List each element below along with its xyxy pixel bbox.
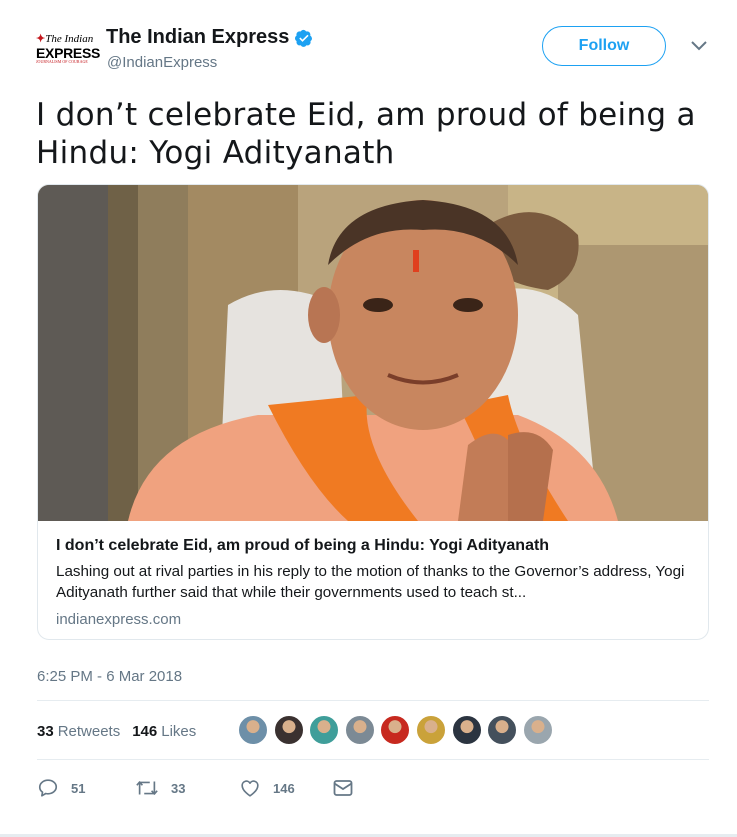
retweet-count: 33 bbox=[171, 780, 186, 796]
tweet-actions: 51 33 146 bbox=[37, 774, 353, 802]
liker-avatar[interactable] bbox=[415, 715, 446, 745]
logo-line-2: EXPRESS bbox=[36, 45, 101, 61]
retweets-stat[interactable]: 33 Retweets bbox=[37, 723, 120, 740]
message-action[interactable] bbox=[333, 774, 353, 802]
follow-button[interactable]: Follow bbox=[542, 26, 666, 66]
reply-action[interactable]: 51 bbox=[37, 774, 135, 802]
retweet-icon[interactable] bbox=[135, 777, 159, 799]
liker-avatars bbox=[238, 715, 558, 747]
retweets-count: 33 bbox=[37, 722, 54, 740]
like-action[interactable]: 146 bbox=[239, 774, 333, 802]
likes-label: Likes bbox=[161, 722, 197, 740]
liker-avatar[interactable] bbox=[487, 715, 518, 745]
chevron-down-icon[interactable] bbox=[690, 38, 708, 52]
link-card[interactable]: I don’t celebrate Eid, am proud of being… bbox=[37, 184, 709, 640]
divider-bottom bbox=[37, 759, 709, 760]
account-handle[interactable]: @IndianExpress bbox=[107, 54, 217, 71]
tweet-text: I don’t celebrate Eid, am proud of being… bbox=[36, 97, 696, 171]
heart-icon[interactable] bbox=[239, 777, 261, 799]
tweet-stats: 33 Retweets 146 Likes bbox=[37, 720, 196, 742]
likes-stat[interactable]: 146 Likes bbox=[132, 723, 196, 740]
account-name[interactable]: The Indian Express bbox=[106, 26, 289, 49]
verified-badge-icon bbox=[295, 29, 313, 47]
card-title[interactable]: I don’t celebrate Eid, am proud of being… bbox=[56, 536, 696, 556]
reply-count: 51 bbox=[71, 780, 86, 796]
liker-avatar[interactable] bbox=[522, 715, 553, 745]
liker-avatar[interactable] bbox=[273, 715, 304, 745]
liker-avatar[interactable] bbox=[344, 715, 375, 745]
retweet-action[interactable]: 33 bbox=[135, 774, 239, 802]
liker-avatar[interactable] bbox=[309, 715, 340, 745]
retweets-label: Retweets bbox=[57, 722, 121, 740]
envelope-icon[interactable] bbox=[333, 779, 353, 797]
logo-line-1: ✦The Indian bbox=[36, 33, 94, 45]
tweet-timestamp[interactable]: 6:25 PM - 6 Mar 2018 bbox=[37, 668, 182, 685]
liker-avatar[interactable] bbox=[238, 715, 268, 745]
account-name-row[interactable]: The Indian Express bbox=[106, 26, 313, 49]
reply-icon[interactable] bbox=[37, 777, 59, 799]
liker-avatar[interactable] bbox=[380, 715, 411, 745]
card-body: I don’t celebrate Eid, am proud of being… bbox=[56, 536, 696, 628]
card-domain: indianexpress.com bbox=[56, 611, 182, 628]
logo-line-3: JOURNALISM OF COURAGE bbox=[36, 59, 88, 64]
divider-top bbox=[37, 700, 709, 701]
like-count: 146 bbox=[273, 780, 295, 796]
likes-count: 146 bbox=[132, 722, 158, 740]
account-avatar-logo[interactable]: ✦The Indian EXPRESS JOURNALISM OF COURAG… bbox=[36, 33, 101, 64]
liker-avatar[interactable] bbox=[451, 715, 482, 745]
card-image[interactable] bbox=[38, 185, 708, 521]
card-description: Lashing out at rival parties in his repl… bbox=[56, 563, 685, 601]
tweet-header: ✦The Indian EXPRESS JOURNALISM OF COURAG… bbox=[36, 22, 716, 82]
